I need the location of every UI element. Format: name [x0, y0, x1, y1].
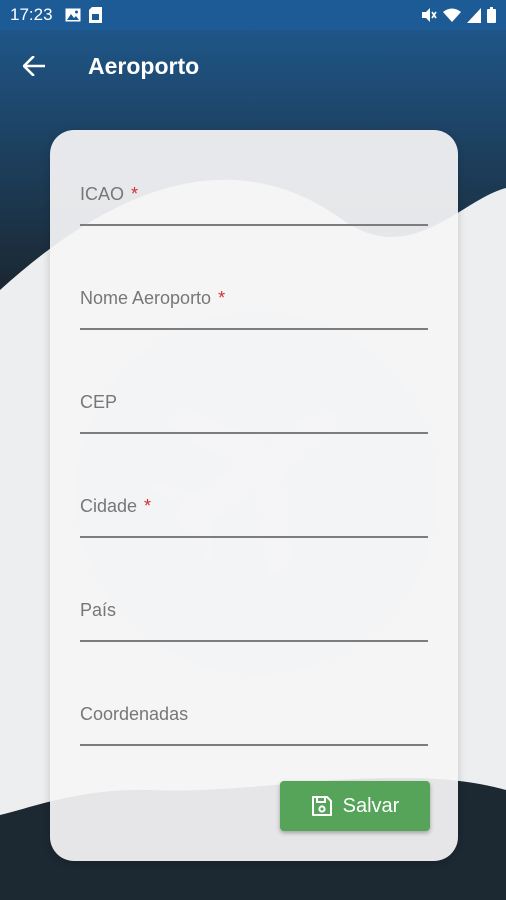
status-bar: 17:23 [0, 0, 506, 30]
sim-card-icon [88, 7, 102, 23]
status-time: 17:23 [10, 5, 53, 24]
coordinates-input[interactable] [80, 676, 432, 748]
battery-icon [487, 7, 496, 23]
cep-field[interactable]: CEP [80, 364, 432, 436]
field-underline [80, 744, 428, 746]
airport-name-input[interactable] [80, 260, 432, 332]
wifi-icon [443, 8, 461, 22]
field-underline [80, 224, 428, 226]
airport-name-field[interactable]: Nome Aeroporto * [80, 260, 432, 332]
save-label: Salvar [342, 794, 400, 817]
floppy-disk-icon [311, 796, 332, 816]
signal-icon [467, 7, 481, 23]
field-underline [80, 432, 428, 434]
field-underline [80, 640, 428, 642]
back-button[interactable] [14, 46, 54, 86]
icao-field[interactable]: ICAO * [80, 156, 432, 228]
arrow-left-icon [23, 56, 45, 76]
country-field[interactable]: País [80, 572, 432, 644]
country-input[interactable] [80, 572, 432, 644]
field-underline [80, 536, 428, 538]
cep-input[interactable] [80, 364, 432, 436]
coordinates-field[interactable]: Coordenadas [80, 676, 432, 748]
city-input[interactable] [80, 468, 432, 540]
image-icon [65, 8, 81, 22]
field-underline [80, 328, 428, 330]
form-card: ICAO * Nome Aeroporto * CEP Cidade * País C… [50, 130, 458, 861]
icao-input[interactable] [80, 156, 432, 228]
app-bar: Aeroporto [0, 30, 506, 102]
city-field[interactable]: Cidade * [80, 468, 432, 540]
page-title: Aeroporto [88, 52, 200, 79]
save-button[interactable]: Salvar [280, 781, 430, 831]
mute-icon [422, 8, 437, 22]
